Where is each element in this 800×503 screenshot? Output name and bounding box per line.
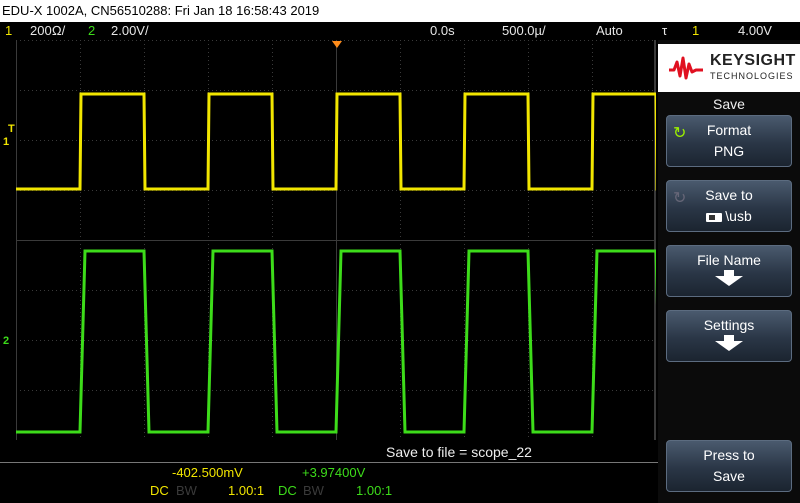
ch2-scale[interactable]: 2.00V/ (111, 22, 149, 40)
waveform-display[interactable] (16, 40, 656, 440)
keysight-logo: KEYSIGHT TECHNOLOGIES (658, 44, 800, 92)
ch1-measurement: -402.500mV (172, 465, 243, 480)
trigger-level[interactable]: 4.00V (738, 22, 772, 40)
usb-drive-icon (706, 212, 723, 222)
ch2-number[interactable]: 2 (88, 22, 95, 40)
ch1-probe: 1.00:1 (228, 483, 265, 498)
timebase-readout[interactable]: 500.0µ/ (502, 22, 546, 40)
save-to-value: \usb (725, 208, 752, 224)
trigger-mode[interactable]: Auto (596, 22, 623, 40)
ch2-probe: 1.00:1 (356, 483, 393, 498)
file-name-softkey[interactable]: File Name (666, 245, 792, 297)
save-to-file-status: Save to file = scope_22 (386, 444, 532, 460)
submenu-arrow-icon (715, 270, 743, 286)
format-label: Format (706, 122, 752, 138)
brand-name: KEYSIGHT (710, 52, 796, 69)
brand-subtitle: TECHNOLOGIES (710, 71, 794, 81)
format-value: PNG (713, 143, 745, 159)
window-title: EDU-X 1002A, CN56510288: Fri Jan 18 16:5… (0, 0, 800, 22)
submenu-arrow-icon (715, 335, 743, 351)
press-to-value: Save (713, 468, 745, 484)
save-to-label: Save to (705, 187, 753, 203)
ch2-ground-marker[interactable]: 2 (3, 336, 9, 347)
file-name-label: File Name (697, 252, 761, 268)
ch2-coupling: DC (278, 483, 297, 498)
bottom-divider (0, 462, 658, 463)
press-to-save-softkey[interactable]: Press to Save (666, 440, 792, 492)
ch1-bw-limit: BW (176, 483, 197, 498)
status-bar: 1 200Ω/ 2 2.00V/ 0.0s 500.0µ/ Auto τ 1 4… (0, 22, 800, 40)
menu-title: Save (713, 96, 745, 112)
ch1-ground-marker[interactable]: 1 (3, 137, 9, 148)
settings-label: Settings (703, 317, 755, 333)
format-softkey[interactable]: ↻ Format PNG (666, 115, 792, 167)
ch2-measurement: +3.97400V (302, 465, 366, 480)
ch2-bw-limit: BW (303, 483, 324, 498)
ch1-number[interactable]: 1 (5, 22, 12, 40)
delay-readout[interactable]: 0.0s (430, 22, 455, 40)
softkey-panel: KEYSIGHT TECHNOLOGIES Save ↻ Format PNG … (658, 40, 800, 503)
ch1-trace (16, 92, 656, 191)
ch1-coupling: DC (150, 483, 169, 498)
ch1-scale[interactable]: 200Ω/ (30, 22, 65, 40)
settings-softkey[interactable]: Settings (666, 310, 792, 362)
trigger-edge-icon: τ (662, 23, 668, 38)
waveform-graticule (16, 40, 656, 440)
save-to-softkey[interactable]: ↻ Save to \usb (666, 180, 792, 232)
keysight-wave-icon (669, 56, 703, 80)
press-to-label: Press to (703, 447, 755, 463)
trigger-position-marker (332, 41, 342, 48)
trigger-level-marker: T (8, 123, 15, 135)
trigger-channel[interactable]: 1 (692, 22, 699, 40)
